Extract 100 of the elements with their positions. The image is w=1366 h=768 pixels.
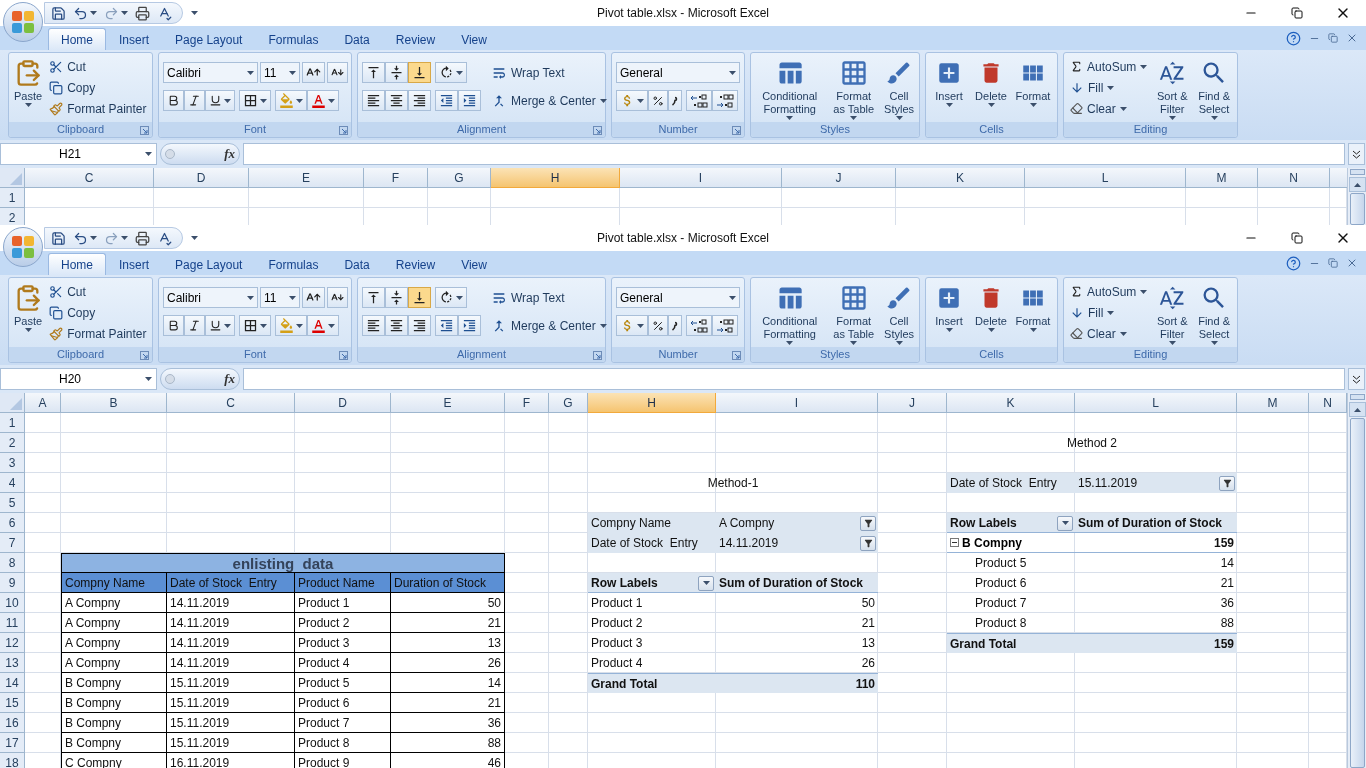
ribbon-tab[interactable]: Data bbox=[331, 28, 383, 50]
copy-button[interactable]: Copy bbox=[47, 77, 149, 98]
column-header[interactable]: H bbox=[491, 168, 620, 188]
number-format-field[interactable]: General bbox=[616, 62, 740, 83]
name-box[interactable]: H20 bbox=[0, 368, 157, 390]
column-header[interactable]: L bbox=[1025, 168, 1186, 188]
column-header[interactable]: C bbox=[167, 393, 295, 413]
row-header[interactable]: 10 bbox=[0, 593, 25, 613]
wrap-text-button[interactable]: Wrap Text bbox=[489, 287, 609, 308]
row-header[interactable]: 15 bbox=[0, 693, 25, 713]
cut-button[interactable]: Cut bbox=[47, 56, 149, 77]
font-name-field[interactable]: Calibri bbox=[163, 287, 258, 308]
insert-function-button[interactable]: fx bbox=[224, 144, 235, 164]
row-header[interactable]: 8 bbox=[0, 553, 25, 573]
paste-button[interactable]: Paste bbox=[13, 281, 44, 347]
column-header[interactable]: K bbox=[896, 168, 1025, 188]
paste-button[interactable]: Paste bbox=[13, 56, 44, 122]
column-header[interactable]: B bbox=[61, 393, 167, 413]
row-header[interactable]: 16 bbox=[0, 713, 25, 733]
column-header[interactable]: D bbox=[295, 393, 391, 413]
number-format-field[interactable]: General bbox=[616, 287, 740, 308]
column-header[interactable]: K bbox=[947, 393, 1075, 413]
font-name-field[interactable]: Calibri bbox=[163, 62, 258, 83]
format-painter-button[interactable]: Format Painter bbox=[47, 323, 149, 344]
format-as-table-button[interactable]: Format as Table bbox=[828, 281, 880, 347]
cell-styles-button[interactable]: Cell Styles bbox=[883, 281, 915, 347]
format-painter-button[interactable]: Format Painter bbox=[47, 98, 149, 119]
autosum-button[interactable]: AutoSum bbox=[1068, 56, 1150, 77]
column-header[interactable]: A bbox=[25, 393, 61, 413]
ribbon-tab[interactable]: Home bbox=[48, 28, 106, 50]
column-header[interactable]: E bbox=[391, 393, 505, 413]
fill-button[interactable]: Fill bbox=[1068, 77, 1150, 98]
ribbon-tab[interactable]: Formulas bbox=[255, 28, 332, 50]
row-header[interactable]: 18 bbox=[0, 753, 25, 768]
insert-button[interactable]: Insert bbox=[930, 56, 968, 122]
row-header[interactable]: 17 bbox=[0, 733, 25, 753]
column-header[interactable]: L bbox=[1075, 393, 1237, 413]
clear-button[interactable]: Clear bbox=[1068, 98, 1150, 119]
row-header[interactable]: 9 bbox=[0, 573, 25, 593]
delete-button[interactable]: Delete bbox=[972, 281, 1010, 347]
ribbon-tab[interactable]: Page Layout bbox=[162, 253, 256, 275]
fill-button[interactable]: Fill bbox=[1068, 302, 1150, 323]
row-header[interactable]: 11 bbox=[0, 613, 25, 633]
ribbon-tab[interactable]: Data bbox=[331, 253, 383, 275]
cell-grid[interactable]: C D E F G H I J K L M N 1 2 bbox=[0, 168, 1347, 225]
column-header[interactable]: F bbox=[364, 168, 428, 188]
ribbon-tab[interactable]: View bbox=[448, 253, 500, 275]
column-header[interactable]: J bbox=[878, 393, 947, 413]
conditional-formatting-button[interactable]: Conditional Formatting bbox=[755, 56, 825, 122]
format-button[interactable]: Format bbox=[1014, 281, 1052, 347]
insert-function-button[interactable]: fx bbox=[224, 369, 235, 389]
row-header[interactable]: 3 bbox=[0, 453, 25, 473]
sort-filter-button[interactable]: Sort & Filter bbox=[1153, 281, 1192, 347]
merge-center-button[interactable]: Merge & Center bbox=[489, 90, 609, 111]
ribbon-tab[interactable]: Insert bbox=[106, 28, 163, 50]
column-header[interactable]: I bbox=[716, 393, 878, 413]
row-header[interactable]: 4 bbox=[0, 473, 25, 493]
ribbon-tab[interactable]: Review bbox=[382, 28, 449, 50]
column-header[interactable]: H bbox=[588, 393, 716, 413]
row-header[interactable]: 6 bbox=[0, 513, 25, 533]
insert-button[interactable]: Insert bbox=[930, 281, 968, 347]
cell-styles-button[interactable]: Cell Styles bbox=[883, 56, 915, 122]
column-header[interactable]: G bbox=[428, 168, 491, 188]
column-header[interactable]: C bbox=[25, 168, 154, 188]
column-header[interactable]: G bbox=[549, 393, 588, 413]
row-header[interactable]: 13 bbox=[0, 653, 25, 673]
name-box[interactable]: H21 bbox=[0, 143, 157, 165]
copy-button[interactable]: Copy bbox=[47, 302, 149, 323]
row-header[interactable]: 5 bbox=[0, 493, 25, 513]
cut-button[interactable]: Cut bbox=[47, 281, 149, 302]
ribbon-tab[interactable]: View bbox=[448, 28, 500, 50]
row-header[interactable]: 12 bbox=[0, 633, 25, 653]
font-size-field[interactable]: 11 bbox=[260, 287, 300, 308]
find-select-button[interactable]: Find & Select bbox=[1195, 56, 1233, 122]
font-size-field[interactable]: 11 bbox=[260, 62, 300, 83]
ribbon-tab[interactable]: Home bbox=[48, 253, 106, 275]
column-header[interactable]: N bbox=[1258, 168, 1330, 188]
ribbon-tab[interactable]: Formulas bbox=[255, 253, 332, 275]
column-header[interactable]: J bbox=[782, 168, 896, 188]
column-header[interactable]: M bbox=[1237, 393, 1309, 413]
column-header[interactable]: E bbox=[249, 168, 364, 188]
row-header[interactable]: 7 bbox=[0, 533, 25, 553]
delete-button[interactable]: Delete bbox=[972, 56, 1010, 122]
format-button[interactable]: Format bbox=[1014, 56, 1052, 122]
row-header[interactable]: 1 bbox=[0, 413, 25, 433]
row-header[interactable]: 14 bbox=[0, 673, 25, 693]
ribbon-tab[interactable]: Insert bbox=[106, 253, 163, 275]
row-header[interactable]: 1 bbox=[0, 188, 25, 208]
conditional-formatting-button[interactable]: Conditional Formatting bbox=[755, 281, 825, 347]
find-select-button[interactable]: Find & Select bbox=[1195, 281, 1233, 347]
column-header[interactable]: M bbox=[1186, 168, 1258, 188]
merge-center-button[interactable]: Merge & Center bbox=[489, 315, 609, 336]
column-header[interactable]: I bbox=[620, 168, 782, 188]
autosum-button[interactable]: AutoSum bbox=[1068, 281, 1150, 302]
row-header[interactable]: 2 bbox=[0, 433, 25, 453]
column-header[interactable]: D bbox=[154, 168, 249, 188]
clear-button[interactable]: Clear bbox=[1068, 323, 1150, 344]
ribbon-tab[interactable]: Page Layout bbox=[162, 28, 256, 50]
column-header[interactable]: N bbox=[1309, 393, 1347, 413]
format-as-table-button[interactable]: Format as Table bbox=[828, 56, 880, 122]
